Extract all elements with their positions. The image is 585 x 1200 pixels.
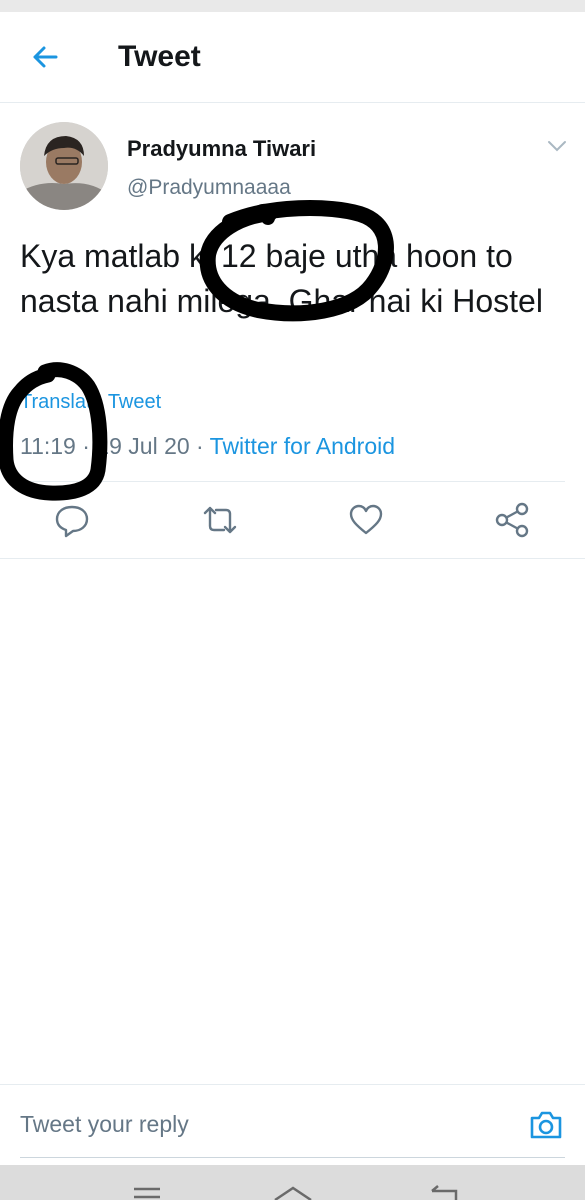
system-nav-bar [0, 1165, 585, 1200]
reply-icon[interactable] [52, 500, 92, 540]
tweet-source-link[interactable]: Twitter for Android [210, 433, 395, 459]
author-name[interactable]: Pradyumna Tiwari [127, 136, 316, 162]
top-app-bar: Tweet [0, 12, 585, 103]
camera-icon[interactable] [528, 1107, 564, 1143]
author-handle[interactable]: @Pradyumnaaaa [127, 176, 291, 200]
tweet-text: Kya matlab ki 12 baje utha hoon to nasta… [20, 238, 543, 319]
arrow-left-icon[interactable] [30, 42, 60, 72]
share-icon[interactable] [492, 500, 532, 540]
menu-icon[interactable] [132, 1183, 162, 1200]
tweet-meta: 11:19 · 19 Jul 20 · Twitter for Android [20, 433, 395, 460]
page-title: Tweet [118, 40, 201, 73]
chevron-down-icon[interactable] [546, 138, 568, 154]
reply-input[interactable]: Tweet your reply [20, 1111, 189, 1138]
retweet-icon[interactable] [200, 500, 240, 540]
tweet-time: 11:19 [20, 433, 76, 459]
tweet-actions [0, 500, 585, 544]
heart-icon[interactable] [346, 500, 386, 540]
status-bar [0, 0, 585, 12]
tweet-date: · 19 Jul 20 · [75, 433, 210, 459]
divider [0, 558, 585, 559]
divider [20, 481, 565, 482]
reply-bar: Tweet your reply [0, 1084, 585, 1166]
translate-link[interactable]: Translate Tweet [20, 391, 161, 414]
back-nav-icon[interactable] [428, 1183, 460, 1200]
avatar[interactable] [20, 122, 108, 210]
home-icon[interactable] [272, 1183, 314, 1200]
reply-input-underline [20, 1157, 565, 1158]
